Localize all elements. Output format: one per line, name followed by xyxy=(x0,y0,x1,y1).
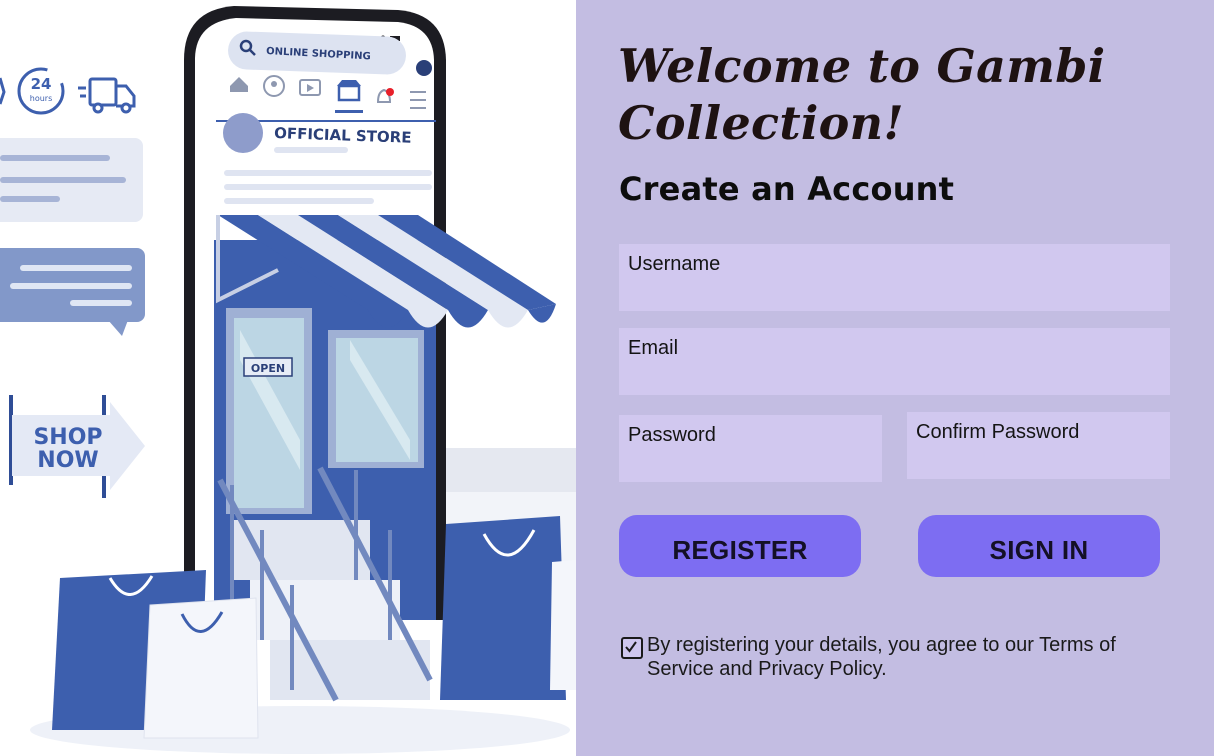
register-button[interactable]: REGISTER xyxy=(619,515,861,577)
sign-in-button[interactable]: SIGN IN xyxy=(918,515,1160,577)
email-label: Email xyxy=(628,337,679,359)
shopping-bag-icon xyxy=(143,597,259,739)
terms-checkbox[interactable] xyxy=(621,637,643,659)
shopping-bag-icon xyxy=(550,560,576,690)
confirm-password-label: Confirm Password xyxy=(916,421,1080,443)
welcome-title: Welcome to Gambi Collection! xyxy=(618,39,1106,150)
open-sign: OPEN xyxy=(251,362,285,375)
shop-label: SHOP xyxy=(33,425,102,450)
chat-bubble-icon xyxy=(0,138,143,222)
email-field[interactable]: Email xyxy=(619,328,1170,395)
now-label: NOW xyxy=(37,448,98,473)
checkmark-icon xyxy=(625,641,637,653)
confirm-password-field[interactable]: Confirm Password xyxy=(907,412,1170,479)
hours-word: hours xyxy=(30,94,53,103)
password-label: Password xyxy=(628,424,716,446)
username-label: Username xyxy=(628,253,721,275)
terms-text: By registering your details, you agree t… xyxy=(647,634,1116,680)
chat-bubble-icon xyxy=(0,248,145,336)
24-hours-icon: 24 hours xyxy=(17,67,65,115)
shopping-bag-icon xyxy=(440,516,566,700)
messenger-icon xyxy=(416,60,432,76)
shop-now-sign: SHOP NOW xyxy=(9,395,145,498)
register-panel: Welcome to Gambi Collection! Create an A… xyxy=(576,0,1214,756)
delivery-truck-icon xyxy=(78,77,136,114)
hours-number: 24 xyxy=(31,75,52,93)
username-field[interactable]: Username xyxy=(619,244,1170,311)
hero-illustration: 24 hours SHOP NOW ONLINE SHOPPING OFFICI… xyxy=(0,0,576,756)
password-field[interactable]: Password xyxy=(619,415,882,482)
create-account-heading: Create an Account xyxy=(619,170,955,208)
